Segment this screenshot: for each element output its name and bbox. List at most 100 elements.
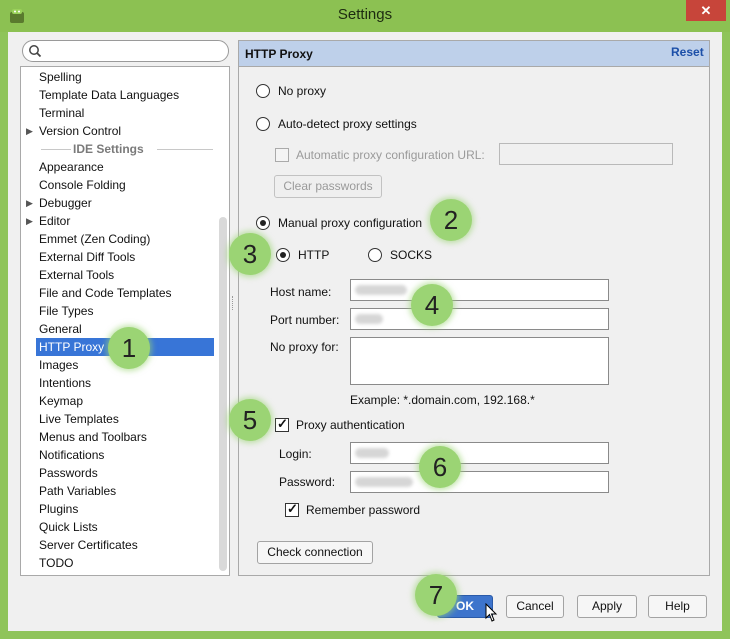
tree-item-label: Notifications — [39, 448, 105, 462]
callout-badge-5: 5 — [229, 399, 271, 441]
clear-passwords-button[interactable]: Clear passwords — [274, 175, 382, 198]
proxy-auth-label[interactable]: Proxy authentication — [296, 418, 405, 432]
http-label[interactable]: HTTP — [298, 248, 329, 262]
expand-arrow-icon[interactable]: ▶ — [26, 212, 33, 230]
tree-item-label: Spelling — [39, 70, 82, 84]
tree-item-label: Editor — [39, 214, 71, 228]
tree-item-label: TODO — [39, 556, 74, 570]
tree-item-label: External Diff Tools — [39, 250, 136, 264]
tree-item[interactable]: Appearance — [21, 158, 217, 176]
tree-item[interactable]: Path Variables — [21, 482, 217, 500]
port-number-field[interactable] — [350, 308, 609, 330]
tree-item[interactable]: ▶ Debugger — [21, 194, 217, 212]
tree-item-label: File and Code Templates — [39, 286, 172, 300]
tree-item[interactable]: Quick Lists — [21, 518, 217, 536]
tree-item[interactable]: File and Code Templates — [21, 284, 217, 302]
login-field[interactable] — [350, 442, 609, 464]
title-bar[interactable]: Settings ✕ — [0, 0, 730, 32]
manual-proxy-label[interactable]: Manual proxy configuration — [278, 216, 422, 230]
panel-title: HTTP Proxy — [245, 47, 313, 61]
tree-item-label: Images — [39, 358, 79, 372]
remember-password-checkbox[interactable]: ✓ — [285, 501, 299, 517]
no-proxy-label[interactable]: No proxy — [278, 84, 326, 98]
callout-badge-2: 2 — [430, 199, 472, 241]
tree-item-label: Quick Lists — [39, 520, 98, 534]
tree-item-label: Live Templates — [39, 412, 119, 426]
tree-section-label: IDE Settings — [73, 142, 144, 156]
remember-password-label[interactable]: Remember password — [306, 503, 420, 517]
expand-arrow-icon[interactable]: ▶ — [26, 122, 33, 140]
tree-scrollbar[interactable] — [219, 217, 227, 571]
tree-item-label: Emmet (Zen Coding) — [39, 232, 151, 246]
tree-item[interactable]: Live Templates — [21, 410, 217, 428]
close-button[interactable]: ✕ — [686, 0, 726, 21]
tree-item[interactable]: Intentions — [21, 374, 217, 392]
tree-item[interactable]: Spelling — [21, 68, 217, 86]
tree-item-label: Console Folding — [39, 178, 126, 192]
http-radio[interactable] — [276, 248, 290, 262]
callout-badge-4: 4 — [411, 284, 453, 326]
splitter-handle[interactable] — [232, 296, 235, 310]
socks-label[interactable]: SOCKS — [390, 248, 432, 262]
tree-item-label: Debugger — [39, 196, 92, 210]
tree-item[interactable]: File Types — [21, 302, 217, 320]
tree-item[interactable]: Notifications — [21, 446, 217, 464]
tree-item-label: Template Data Languages — [39, 88, 180, 102]
no-proxy-radio[interactable] — [256, 84, 270, 98]
tree-item[interactable]: Server Certificates — [21, 536, 217, 554]
tree-item-label: Terminal — [39, 106, 85, 120]
no-proxy-for-field[interactable] — [350, 337, 609, 385]
auto-detect-radio[interactable] — [256, 117, 270, 131]
host-name-field[interactable] — [350, 279, 609, 301]
search-icon — [29, 45, 42, 58]
tree-item[interactable]: External Diff Tools — [21, 248, 217, 266]
callout-badge-1: 1 — [108, 327, 150, 369]
auto-config-url-field[interactable] — [499, 143, 673, 165]
tree-item[interactable]: Console Folding — [21, 176, 217, 194]
password-field[interactable] — [350, 471, 609, 493]
login-label: Login: — [279, 447, 312, 461]
tree-item[interactable]: Terminal — [21, 104, 217, 122]
settings-window: Settings ✕ Spelling Template Data Languag… — [0, 0, 730, 639]
tree-item-label: Keymap — [39, 394, 84, 408]
tree-item-label: Intentions — [39, 376, 92, 390]
tree-item[interactable]: Emmet (Zen Coding) — [21, 230, 217, 248]
tree-item-label: Plugins — [39, 502, 79, 516]
settings-tree[interactable]: Spelling Template Data Languages Terminal ▶… — [20, 66, 230, 576]
tree-item[interactable]: ▶ Editor — [21, 212, 217, 230]
expand-arrow-icon[interactable]: ▶ — [26, 194, 33, 212]
apply-button[interactable]: Apply — [577, 595, 637, 618]
host-name-label: Host name: — [270, 285, 332, 299]
callout-badge-6: 6 — [419, 446, 461, 488]
tree-item[interactable]: TODO — [21, 554, 217, 572]
socks-radio[interactable] — [368, 248, 382, 262]
tree-item-label: Path Variables — [39, 484, 117, 498]
tree-item-label: Passwords — [39, 466, 98, 480]
tree-item[interactable]: Passwords — [21, 464, 217, 482]
settings-search-input[interactable] — [22, 40, 229, 62]
tree-item[interactable]: External Tools — [21, 266, 217, 284]
tree-item[interactable]: Keymap — [21, 392, 217, 410]
check-connection-button[interactable]: Check connection — [257, 541, 373, 564]
port-number-label: Port number: — [270, 313, 340, 327]
auto-detect-label[interactable]: Auto-detect proxy settings — [278, 117, 417, 131]
tree-section-header: IDE Settings — [21, 140, 217, 158]
tree-item-label: File Types — [39, 304, 94, 318]
panel-header: HTTP Proxy Reset — [239, 41, 709, 67]
proxy-auth-checkbox[interactable]: ✓ — [275, 416, 289, 432]
help-button[interactable]: Help — [648, 595, 707, 618]
tree-item[interactable]: Plugins — [21, 500, 217, 518]
tree-item-label: External Tools — [39, 268, 115, 282]
mouse-cursor-icon — [485, 603, 498, 622]
no-proxy-for-label: No proxy for: — [270, 340, 339, 354]
tree-item[interactable]: ▶ Version Control — [21, 122, 217, 140]
callout-badge-7: 7 — [415, 574, 457, 616]
tree-item[interactable]: Template Data Languages — [21, 86, 217, 104]
tree-item-label: Appearance — [39, 160, 104, 174]
reset-link[interactable]: Reset — [671, 45, 704, 59]
cancel-button[interactable]: Cancel — [506, 595, 564, 618]
tree-item-label: Server Certificates — [39, 538, 138, 552]
manual-proxy-radio[interactable] — [256, 216, 270, 230]
tree-item[interactable]: Menus and Toolbars — [21, 428, 217, 446]
auto-config-url-checkbox[interactable] — [275, 148, 289, 162]
